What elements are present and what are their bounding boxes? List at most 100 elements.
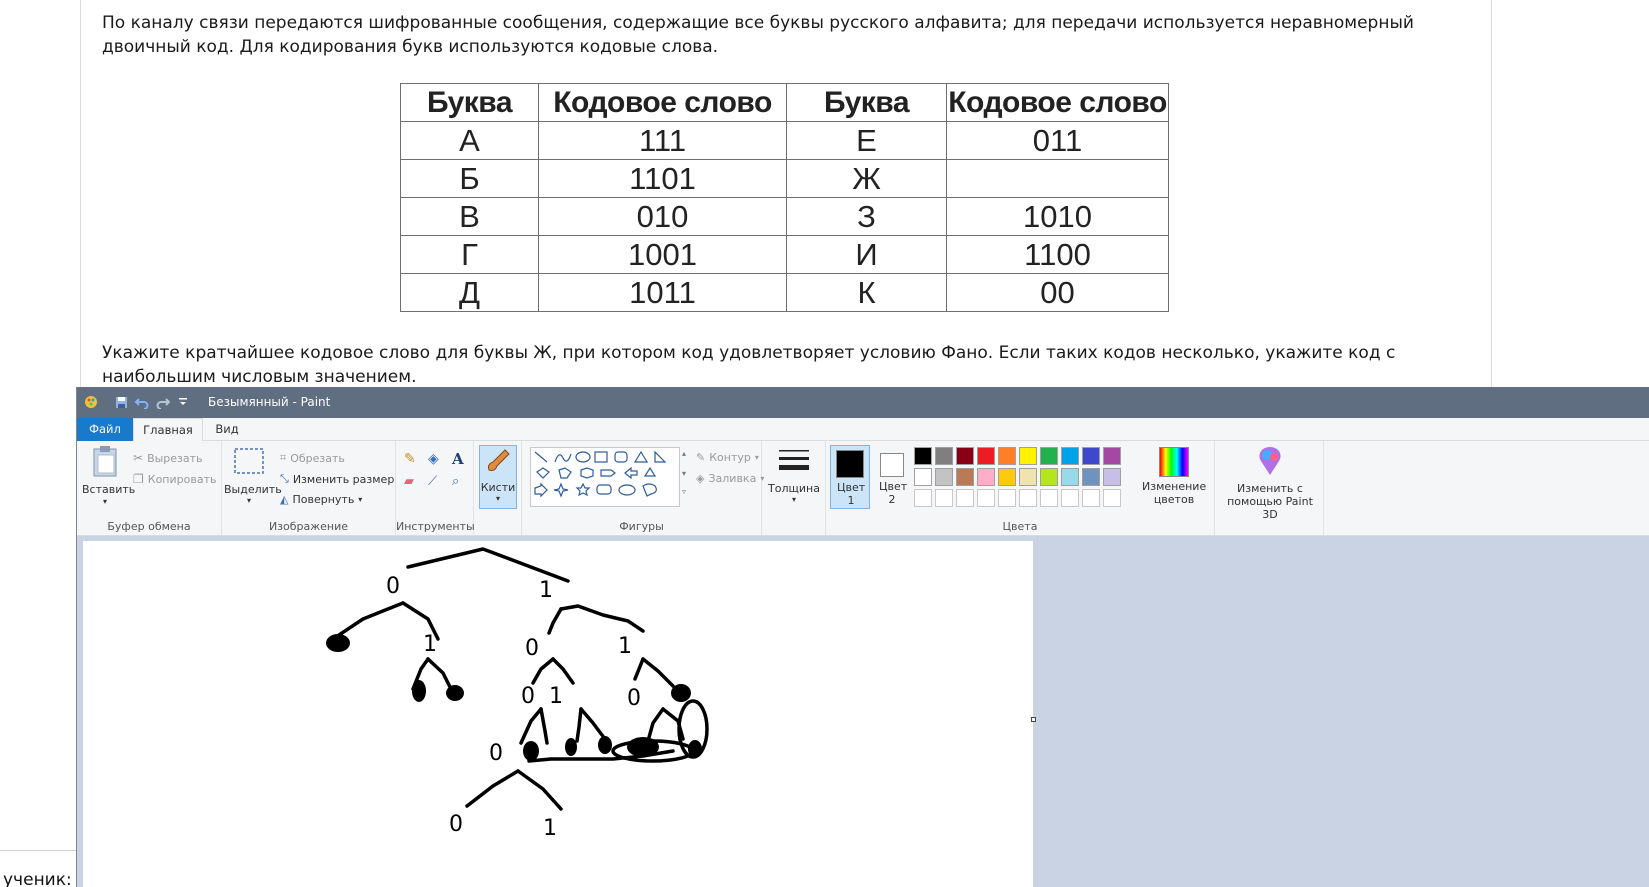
chevron-down-icon: ▾ xyxy=(246,496,251,505)
expand-gallery-icon[interactable]: ▿ xyxy=(682,487,686,496)
tab-file[interactable]: Файл xyxy=(77,418,133,441)
color-swatch[interactable] xyxy=(998,489,1016,507)
fill-icon: ◈ xyxy=(696,472,705,485)
edit-colors-button[interactable]: Изменение цветов xyxy=(1142,445,1206,506)
chevron-down-icon: ▾ xyxy=(495,494,500,503)
magnifier-icon[interactable]: ⌕ xyxy=(452,474,459,489)
color-swatch[interactable] xyxy=(1040,447,1058,465)
table-cell: 00 xyxy=(946,273,1169,312)
brushes-button[interactable]: Кисти ▾ xyxy=(479,445,517,509)
divider xyxy=(1214,441,1215,536)
drawing-canvas[interactable]: 0 1 1 0 1 0 1 0 0 0 1 xyxy=(83,541,1033,887)
clipboard-icon xyxy=(93,446,117,477)
color-swatch[interactable] xyxy=(956,489,974,507)
rotate-label: Повернуть xyxy=(292,493,355,506)
color-swatch[interactable] xyxy=(1040,468,1058,486)
table-cell: 1001 xyxy=(538,235,787,274)
size-button[interactable]: Толщина ▾ xyxy=(766,447,822,504)
color2-button[interactable]: Цвет 2 xyxy=(874,445,910,509)
customize-toolbar-icon[interactable] xyxy=(176,395,190,409)
tree-label: 0 xyxy=(386,574,400,599)
select-rect-icon xyxy=(234,448,264,474)
color-swatch[interactable] xyxy=(998,447,1016,465)
color-swatch[interactable] xyxy=(935,447,953,465)
clipboard-group-label: Буфер обмена xyxy=(107,520,191,533)
paint3d-button[interactable]: Изменить с помощью Paint 3D xyxy=(1220,445,1320,521)
color-picker-icon[interactable]: ⟋ xyxy=(428,474,437,489)
shapes-icon xyxy=(534,450,667,498)
paint-window: Безымянный - Paint Файл Главная Вид Вста… xyxy=(76,387,1649,887)
window-title: Безымянный - Paint xyxy=(208,395,331,409)
text-tool-icon[interactable]: A xyxy=(452,450,464,468)
tree-label: 0 xyxy=(449,812,463,837)
color-swatch[interactable] xyxy=(1103,468,1121,486)
tab-home[interactable]: Главная xyxy=(133,418,203,442)
outline-button[interactable]: ✎ Контур ▾ xyxy=(696,451,759,464)
paint3d-icon xyxy=(1259,447,1281,475)
color-swatch[interactable] xyxy=(998,468,1016,486)
save-icon[interactable] xyxy=(114,395,128,409)
table-cell: А xyxy=(400,121,539,160)
color-swatch[interactable] xyxy=(1082,447,1100,465)
scroll-down-icon[interactable]: ▾ xyxy=(682,469,686,478)
redo-icon[interactable] xyxy=(156,395,170,409)
table-cell: 011 xyxy=(946,121,1169,160)
color1-button[interactable]: Цвет 1 xyxy=(830,445,870,509)
crop-icon: ⌗ xyxy=(280,451,287,464)
color-swatch[interactable] xyxy=(977,489,995,507)
color-swatch[interactable] xyxy=(914,447,932,465)
table-row: Г 1001 И 1100 xyxy=(400,235,1169,274)
tree-label: 1 xyxy=(423,632,437,657)
color-swatch[interactable] xyxy=(935,489,953,507)
tab-view[interactable]: Вид xyxy=(207,418,247,441)
color-swatch[interactable] xyxy=(1019,468,1037,486)
table-row: А 111 Е 011 xyxy=(400,121,1169,160)
resize-button[interactable]: ⤡ Изменить размер xyxy=(280,472,394,486)
color-swatch[interactable] xyxy=(914,489,932,507)
paste-button[interactable]: Вставить ▾ xyxy=(82,445,135,506)
tree-label: 0 xyxy=(489,741,503,766)
color-swatch[interactable] xyxy=(1082,489,1100,507)
crop-button[interactable]: ⌗ Обрезать xyxy=(280,451,345,465)
cut-button[interactable]: ✂ Вырезать xyxy=(133,451,203,465)
paint-app-icon[interactable] xyxy=(84,395,98,409)
color-swatch[interactable] xyxy=(977,447,995,465)
task-text-intro: По каналу связи передаются шифрованные с… xyxy=(102,13,1414,57)
fill-button[interactable]: ◈ Заливка ▾ xyxy=(696,472,764,485)
page-left-margin xyxy=(0,390,76,850)
color-swatch[interactable] xyxy=(935,468,953,486)
rotate-button[interactable]: ◭ Повернуть ▾ xyxy=(280,493,362,506)
eraser-icon[interactable]: ▰ xyxy=(404,474,414,489)
fill-bucket-icon[interactable]: ◈ xyxy=(428,451,439,467)
color-swatch[interactable] xyxy=(1019,447,1037,465)
color-swatch[interactable] xyxy=(914,468,932,486)
color-swatch[interactable] xyxy=(956,447,974,465)
color-swatch[interactable] xyxy=(1061,468,1079,486)
outline-label: Контур xyxy=(709,451,751,464)
color-swatch[interactable] xyxy=(1061,489,1079,507)
color-swatch[interactable] xyxy=(1019,489,1037,507)
color-swatch[interactable] xyxy=(977,468,995,486)
student-answer-area: ученик: xyxy=(0,850,78,887)
canvas-resize-handle[interactable] xyxy=(1031,717,1036,722)
table-header: Буква xyxy=(400,83,539,122)
color-swatch[interactable] xyxy=(1103,489,1121,507)
color-swatch[interactable] xyxy=(956,468,974,486)
fill-label: Заливка xyxy=(708,472,757,485)
table-cell: Б xyxy=(400,159,539,198)
undo-icon[interactable] xyxy=(135,395,149,409)
scroll-up-icon[interactable]: ▴ xyxy=(682,449,686,458)
select-button[interactable]: Выделить ▾ xyxy=(224,445,282,505)
table-cell: 1011 xyxy=(538,273,787,312)
color-swatch[interactable] xyxy=(1040,489,1058,507)
color-swatch[interactable] xyxy=(1103,447,1121,465)
shapes-gallery[interactable] xyxy=(530,447,680,507)
color-swatch[interactable] xyxy=(1061,447,1079,465)
color-swatch[interactable] xyxy=(1082,468,1100,486)
table-row: Б 1101 Ж xyxy=(400,159,1169,198)
pencil-icon[interactable]: ✎ xyxy=(404,451,416,467)
tree-label: 1 xyxy=(539,578,553,603)
copy-button[interactable]: ❐ Копировать xyxy=(133,472,216,486)
tree-label: 1 xyxy=(618,634,632,659)
ribbon-tabs: Файл Главная Вид xyxy=(77,418,1649,442)
